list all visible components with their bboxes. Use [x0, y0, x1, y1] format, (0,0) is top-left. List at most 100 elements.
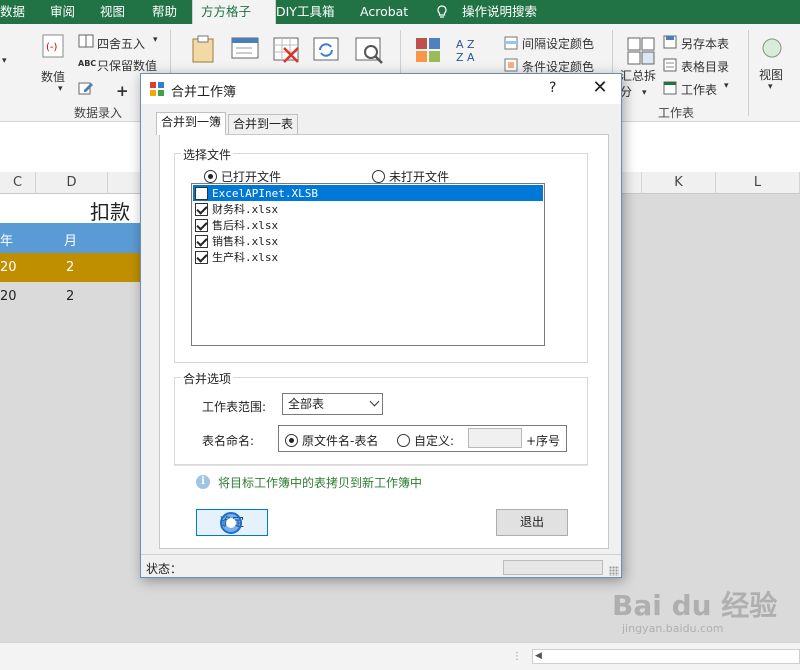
- merge-workbook-dialog: 合并工作簿 ? ✕ 合并到一簿 合并到一表 选择文件 已打开文件 未打开文件 E…: [140, 73, 622, 578]
- abc-icon: ABC: [78, 59, 97, 68]
- radio-naming-original-label: 原文件名-表名: [302, 434, 379, 448]
- round-button[interactable]: 四舍五入: [97, 35, 145, 52]
- new-sheet-icon[interactable]: [230, 36, 260, 62]
- view-icon: [762, 38, 782, 58]
- exit-button[interactable]: 退出: [496, 509, 568, 536]
- header-year: 年: [0, 234, 14, 249]
- tab-diy-toolbox[interactable]: DIY工具箱: [270, 0, 340, 24]
- find-sheet-icon[interactable]: [354, 36, 386, 66]
- value-button[interactable]: 数值: [41, 68, 65, 85]
- row1-month[interactable]: 2: [66, 260, 74, 275]
- refresh-sheet-icon[interactable]: [312, 36, 342, 64]
- tab-merge-to-workbook[interactable]: 合并到一簿: [156, 112, 227, 135]
- grid-line: [542, 578, 543, 642]
- range-label: 工作表范围:: [202, 400, 267, 414]
- scroll-left-icon[interactable]: ◀: [535, 651, 542, 661]
- row1-year[interactable]: 20: [0, 260, 17, 275]
- row2-month[interactable]: 2: [66, 289, 74, 304]
- range-select[interactable]: 全部表: [282, 393, 383, 415]
- radio-naming-original[interactable]: 原文件名-表名: [285, 432, 378, 449]
- split-summary-button[interactable]: 汇总拆分: [620, 68, 658, 100]
- view-dropdown-icon[interactable]: ▾: [768, 82, 773, 92]
- resize-grip-icon[interactable]: [609, 566, 619, 576]
- tab-help[interactable]: 帮助: [146, 0, 183, 24]
- file-checkbox-0[interactable]: [195, 186, 208, 200]
- custom-name-input[interactable]: [468, 428, 522, 448]
- baidu-watermark-url: jingyan.baidu.com: [622, 622, 724, 635]
- plus-icon[interactable]: +: [116, 82, 129, 100]
- info-text: 将目标工作簿中的表拷贝到新工作簿中: [218, 476, 423, 490]
- row2-year[interactable]: 20: [0, 289, 17, 304]
- sheet-toc-button[interactable]: 表格目录: [681, 58, 729, 75]
- split-summary-icon: [627, 37, 655, 65]
- value-dropdown-icon[interactable]: ▾: [58, 84, 63, 94]
- entry-edit-icon[interactable]: [78, 80, 94, 96]
- round-dropdown-icon[interactable]: ▾: [153, 35, 158, 45]
- file-checkbox-2[interactable]: [195, 218, 208, 232]
- chevron-down-icon: [369, 396, 380, 407]
- tab-fangfang[interactable]: 方方格子: [192, 0, 276, 24]
- interval-color-button[interactable]: 间隔设定颜色: [522, 35, 594, 52]
- file-checkbox-3[interactable]: [195, 234, 208, 248]
- file-list[interactable]: ExcelAPInet.XLSB 财务科.xlsx 售后科.xlsx 销售科.x…: [191, 183, 545, 346]
- grid-line: [378, 578, 379, 642]
- file-item-0[interactable]: ExcelAPInet.XLSB: [193, 185, 543, 201]
- sheet-toc-icon: [663, 58, 677, 72]
- ribbon-tab-bar: 数据 审阅 视图 帮助 方方格子 DIY工具箱 Acrobat 操作说明搜索: [0, 0, 800, 24]
- worksheet-button[interactable]: 工作表: [681, 81, 717, 98]
- grid-line: [642, 194, 643, 642]
- lightbulb-icon: [437, 5, 447, 18]
- horizontal-scrollbar[interactable]: ◀: [532, 649, 800, 664]
- left-dropdown-icon[interactable]: ▾: [2, 56, 7, 66]
- column-header-k[interactable]: K: [642, 172, 716, 194]
- radio-naming-original-indicator: [285, 434, 298, 447]
- tab-view[interactable]: 视图: [94, 0, 131, 24]
- clipboard-icon[interactable]: [188, 34, 218, 64]
- status-bar: ⋮ ◀: [0, 642, 800, 670]
- split-dropdown-icon[interactable]: ▾: [642, 88, 647, 98]
- grid-line: [296, 578, 297, 642]
- radio-closed-indicator: [372, 170, 385, 183]
- status-label: 状态：: [146, 562, 183, 576]
- column-header-d[interactable]: D: [36, 172, 108, 194]
- column-header-l[interactable]: L: [716, 172, 800, 194]
- file-name-4: 生产科.xlsx: [212, 251, 279, 264]
- seq-label: +序号: [526, 434, 561, 448]
- worksheet-dropdown-icon[interactable]: ▾: [724, 81, 729, 91]
- help-button[interactable]: ?: [549, 80, 556, 96]
- tell-me-search[interactable]: 操作说明搜索: [456, 0, 543, 24]
- file-item-3[interactable]: 销售科.xlsx: [193, 233, 543, 249]
- divider: [174, 465, 588, 466]
- worksheet-icon: [663, 81, 677, 95]
- tab-merge-to-sheet[interactable]: 合并到一表: [228, 114, 298, 134]
- worksheet-group-label: 工作表: [658, 106, 695, 120]
- scroll-grip-icon: ⋮: [512, 651, 522, 662]
- file-item-4[interactable]: 生产科.xlsx: [193, 249, 543, 265]
- column-header-c[interactable]: C: [0, 172, 36, 194]
- dialog-title: 合并工作簿: [171, 85, 237, 100]
- file-item-1[interactable]: 财务科.xlsx: [193, 201, 543, 217]
- keep-value-button[interactable]: 只保留数值: [97, 57, 157, 74]
- dialog-titlebar[interactable]: 合并工作簿 ? ✕: [141, 74, 621, 104]
- radio-naming-custom-label: 自定义:: [414, 434, 455, 448]
- tab-review[interactable]: 审阅: [44, 0, 81, 24]
- file-checkbox-1[interactable]: [195, 202, 208, 216]
- tab-acrobat[interactable]: Acrobat: [354, 0, 414, 24]
- tab-data[interactable]: 数据: [0, 0, 31, 24]
- file-name-2: 售后科.xlsx: [212, 219, 279, 232]
- color-grid-icon[interactable]: [414, 36, 442, 64]
- save-sheet-button[interactable]: 另存本表: [681, 35, 729, 52]
- info-icon: i: [196, 475, 210, 489]
- file-name-0: ExcelAPInet.XLSB: [212, 186, 318, 200]
- header-month: 月: [64, 234, 78, 249]
- save-sheet-icon: [663, 35, 677, 49]
- sheet-title: 扣款: [90, 200, 130, 224]
- sort-az-icon[interactable]: A Z Z A: [454, 36, 486, 64]
- file-item-2[interactable]: 售后科.xlsx: [193, 217, 543, 233]
- view-button[interactable]: 视图: [759, 66, 783, 83]
- close-icon[interactable]: ✕: [590, 77, 610, 99]
- mouse-cursor-icon: [220, 512, 242, 534]
- delete-sheet-icon[interactable]: [272, 36, 302, 64]
- radio-naming-custom[interactable]: 自定义:: [397, 432, 454, 449]
- file-checkbox-4[interactable]: [195, 250, 208, 264]
